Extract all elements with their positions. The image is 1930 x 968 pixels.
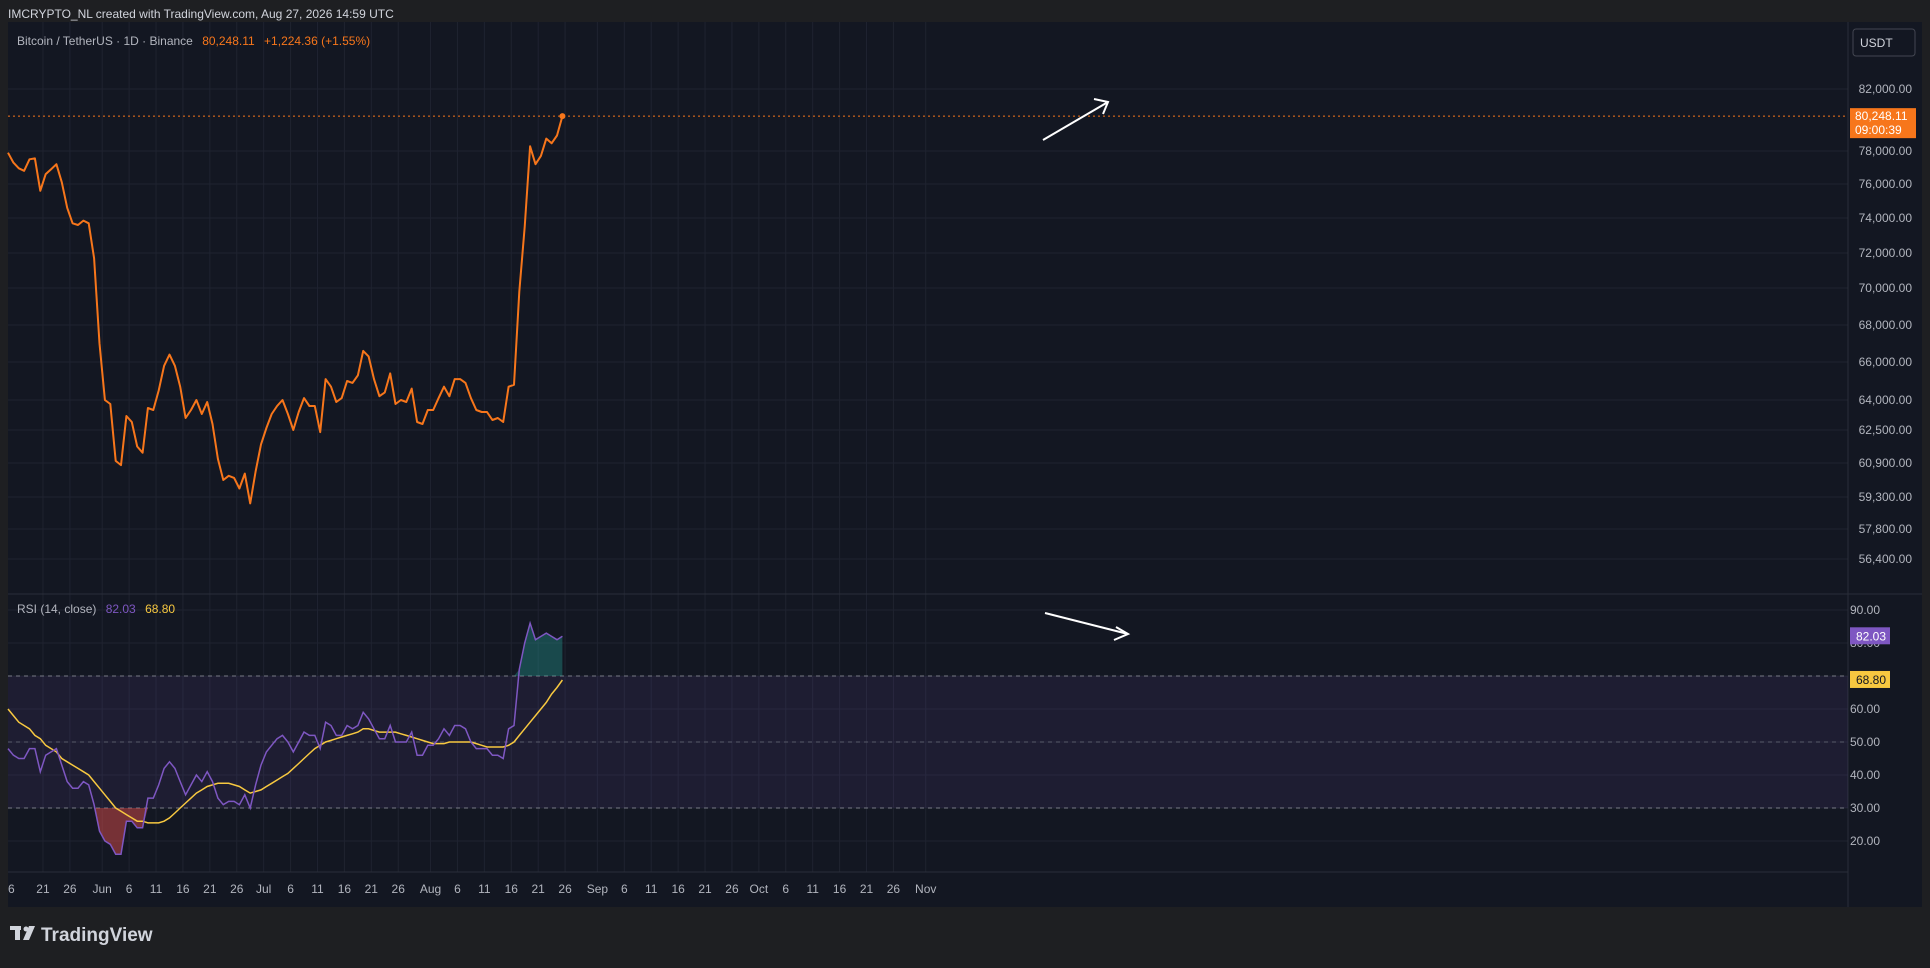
time-axis-label: 26 (392, 882, 406, 896)
time-axis-label: 6 (8, 882, 15, 896)
time-axis-label: 6 (782, 882, 789, 896)
symbol-legend[interactable]: Bitcoin / TetherUS · 1D · Binance 80,248… (17, 34, 370, 48)
rsi-axis-label: 30.00 (1850, 801, 1880, 815)
time-axis-label: 21 (36, 882, 50, 896)
price-axis-label: 82,000.00 (1859, 82, 1913, 96)
time-axis-label: Nov (915, 882, 936, 896)
time-axis-label: 6 (126, 882, 133, 896)
time-axis-label: 21 (531, 882, 545, 896)
rsi-legend-label: RSI (14, close) (17, 602, 96, 616)
currency-label: USDT (1860, 36, 1893, 50)
price-axis-label: 64,000.00 (1859, 393, 1913, 407)
rsi-legend-value: 82.03 (106, 602, 136, 616)
price-axis-label: 62,500.00 (1859, 423, 1913, 437)
rsi-tag-value: 82.03 (1856, 629, 1886, 643)
time-axis-label: 6 (454, 882, 461, 896)
time-axis-label: 11 (806, 882, 819, 896)
time-axis-label: 26 (230, 882, 244, 896)
price-axis-label: 74,000.00 (1859, 211, 1913, 225)
time-axis-label: 21 (698, 882, 712, 896)
time-axis-label: 26 (725, 882, 739, 896)
price-axis-label: 78,000.00 (1859, 144, 1913, 158)
price-axis-label: 68,000.00 (1859, 318, 1913, 332)
price-axis-label: 76,000.00 (1859, 177, 1913, 191)
time-axis-label: Jun (93, 882, 112, 896)
time-axis-label: Jul (256, 882, 271, 896)
currency-button[interactable]: USDT (1852, 28, 1916, 57)
price-tag-countdown: 09:00:39 (1855, 123, 1902, 137)
price-axis-label: 57,800.00 (1859, 522, 1913, 536)
symbol-name: Bitcoin / TetherUS · 1D · Binance (17, 34, 193, 48)
time-axis-label: 21 (203, 882, 217, 896)
price-tag-value: 80,248.11 (1855, 109, 1908, 123)
time-axis-label: Aug (420, 882, 441, 896)
rsi-ma-tag: 68.80 (1850, 670, 1890, 688)
time-axis-label: 11 (311, 882, 324, 896)
brand-name: TradingView (41, 925, 153, 946)
time-axis-label: 6 (287, 882, 294, 896)
price-axis-label: 72,000.00 (1859, 246, 1913, 260)
rsi-axis-label: 50.00 (1850, 735, 1880, 749)
rsi-axis-label: 90.00 (1850, 603, 1880, 617)
time-axis-label: 26 (558, 882, 572, 896)
last-price-tag: 80,248.11 09:00:39 (1850, 108, 1916, 139)
credit-text: IMCRYPTO_NL created with TradingView.com… (8, 7, 394, 21)
price-last-point (559, 113, 566, 120)
rsi-value-tag: 82.03 (1850, 627, 1890, 645)
time-axis-label: 11 (478, 882, 491, 896)
time-axis-label: 16 (176, 882, 190, 896)
time-axis-label: 16 (338, 882, 352, 896)
time-axis-label: Sep (587, 882, 609, 896)
time-axis-label: 26 (887, 882, 901, 896)
time-axis-label: 21 (860, 882, 874, 896)
rsi-legend[interactable]: RSI (14, close) 82.03 68.80 (17, 602, 175, 616)
price-axis-label: 56,400.00 (1859, 552, 1913, 566)
tradingview-chart-screenshot: 82,000.00 78,000.00 76,000.00 74,000.00 72,0… (0, 0, 1930, 963)
time-axis-label: 21 (365, 882, 379, 896)
symbol-price: 80,248.11 (202, 34, 255, 48)
time-axis-label: Oct (750, 882, 769, 896)
time-axis-label: 16 (505, 882, 519, 896)
time-axis-label: 26 (63, 882, 77, 896)
symbol-change: +1,224.36 (+1.55%) (264, 34, 370, 48)
time-axis-label: 6 (621, 882, 628, 896)
price-axis-label: 70,000.00 (1859, 281, 1913, 295)
chart-canvas: 82,000.00 78,000.00 76,000.00 74,000.00 72,0… (0, 0, 1930, 963)
rsi-axis-label: 60.00 (1850, 702, 1880, 716)
time-axis-label: 11 (645, 882, 658, 896)
time-axis-label: 11 (150, 882, 163, 896)
rsi-legend-ma: 68.80 (145, 602, 175, 616)
price-axis-label: 60,900.00 (1859, 456, 1913, 470)
ma-tag-value: 68.80 (1856, 673, 1886, 687)
time-axis-label: 16 (671, 882, 685, 896)
price-axis: 82,000.00 78,000.00 76,000.00 74,000.00 72,0… (1859, 82, 1913, 566)
time-axis-label: 16 (833, 882, 847, 896)
rsi-axis-label: 40.00 (1850, 768, 1880, 782)
rsi-axis-label: 20.00 (1850, 834, 1880, 848)
price-axis-label: 59,300.00 (1859, 490, 1913, 504)
price-axis-label: 66,000.00 (1859, 355, 1913, 369)
